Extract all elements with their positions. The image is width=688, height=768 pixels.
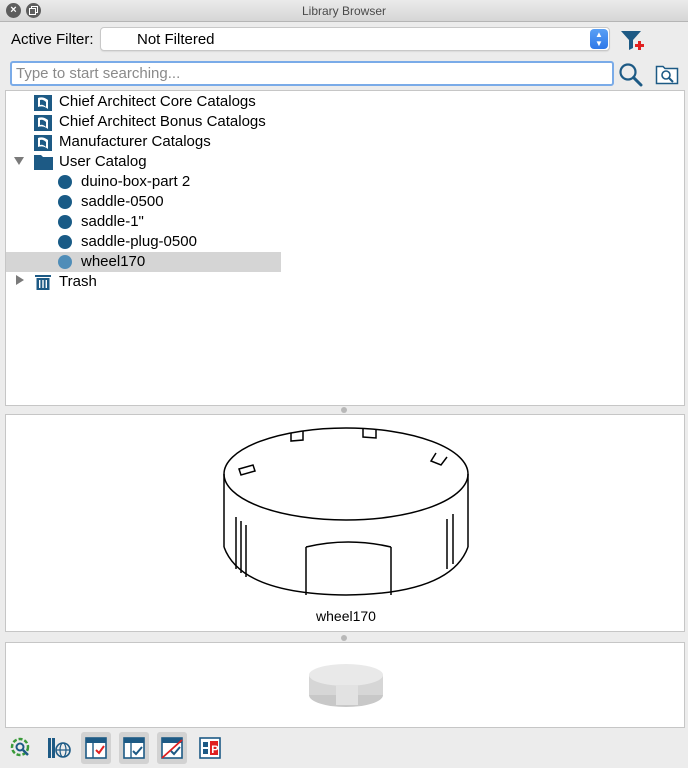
thumbnail-pane [5, 642, 685, 728]
object-icon [58, 215, 72, 229]
library-search-icon[interactable] [6, 732, 36, 764]
tree-item-label: wheel170 [81, 253, 146, 270]
tree-item-object-selected[interactable]: wheel170 [6, 252, 281, 272]
active-filter-select[interactable]: Not Filtered ▲ ▼ [100, 27, 610, 51]
globe-catalog-icon[interactable] [44, 732, 74, 764]
tree-item-user-catalog[interactable]: User Catalog [6, 152, 281, 172]
object-icon [58, 235, 72, 249]
tree-item-label: Chief Architect Bonus Catalogs [59, 113, 266, 130]
view-mode-2-icon[interactable] [119, 732, 149, 764]
preview-item-name: wheel170 [316, 608, 376, 624]
tree-item-label: duino-box-part 2 [81, 173, 191, 190]
add-filter-icon[interactable] [619, 28, 645, 59]
search-icon[interactable] [618, 62, 644, 93]
tree-item-label: saddle-0500 [81, 193, 164, 210]
tree-item-bonus-catalogs[interactable]: Chief Architect Bonus Catalogs [6, 112, 281, 132]
chevron-updown-icon: ▲ ▼ [590, 29, 608, 49]
view-mode-3-icon[interactable] [157, 732, 187, 764]
tree-item-label: Trash [59, 273, 97, 290]
active-filter-value: Not Filtered [137, 31, 215, 48]
tree-item-object[interactable]: saddle-0500 [6, 192, 281, 212]
tree-item-label: saddle-1" [81, 213, 144, 230]
tree-item-manufacturer-catalogs[interactable]: Manufacturer Catalogs [6, 132, 281, 152]
tree-item-core-catalogs[interactable]: Chief Architect Core Catalogs [6, 92, 281, 112]
splitter-handle[interactable] [341, 407, 347, 413]
window-title: Library Browser [301, 4, 387, 18]
object-icon [58, 175, 72, 189]
properties-icon[interactable]: P [195, 732, 225, 764]
search-catalog-icon[interactable] [655, 63, 679, 90]
folder-icon [34, 154, 53, 174]
catalog-tree[interactable]: Chief Architect Core Catalogs Chief Arch… [5, 90, 685, 406]
tree-item-object[interactable]: saddle-plug-0500 [6, 232, 281, 252]
wheel-thumbnail-image [309, 664, 383, 707]
disclosure-collapsed-icon[interactable] [16, 275, 24, 285]
title-bar: × Library Browser [0, 0, 688, 22]
disclosure-expanded-icon[interactable] [14, 157, 24, 165]
tree-item-label: Chief Architect Core Catalogs [59, 93, 256, 110]
tree-item-object[interactable]: duino-box-part 2 [6, 172, 281, 192]
object-icon [58, 255, 72, 269]
splitter-handle[interactable] [341, 635, 347, 641]
tree-item-label: User Catalog [59, 153, 147, 170]
active-filter-label: Active Filter: [11, 31, 94, 48]
tree-item-object[interactable]: saddle-1" [6, 212, 281, 232]
tree-item-label: saddle-plug-0500 [81, 233, 197, 250]
object-icon [58, 195, 72, 209]
tree-item-label: Manufacturer Catalogs [59, 133, 211, 150]
preview-pane: wheel170 [5, 414, 685, 632]
tree-item-trash[interactable]: Trash [6, 272, 281, 292]
wheel-preview-drawing [223, 427, 469, 596]
svg-text:P: P [211, 744, 218, 756]
view-mode-1-icon[interactable] [81, 732, 111, 764]
trash-icon [35, 274, 51, 294]
search-input[interactable] [10, 61, 614, 86]
